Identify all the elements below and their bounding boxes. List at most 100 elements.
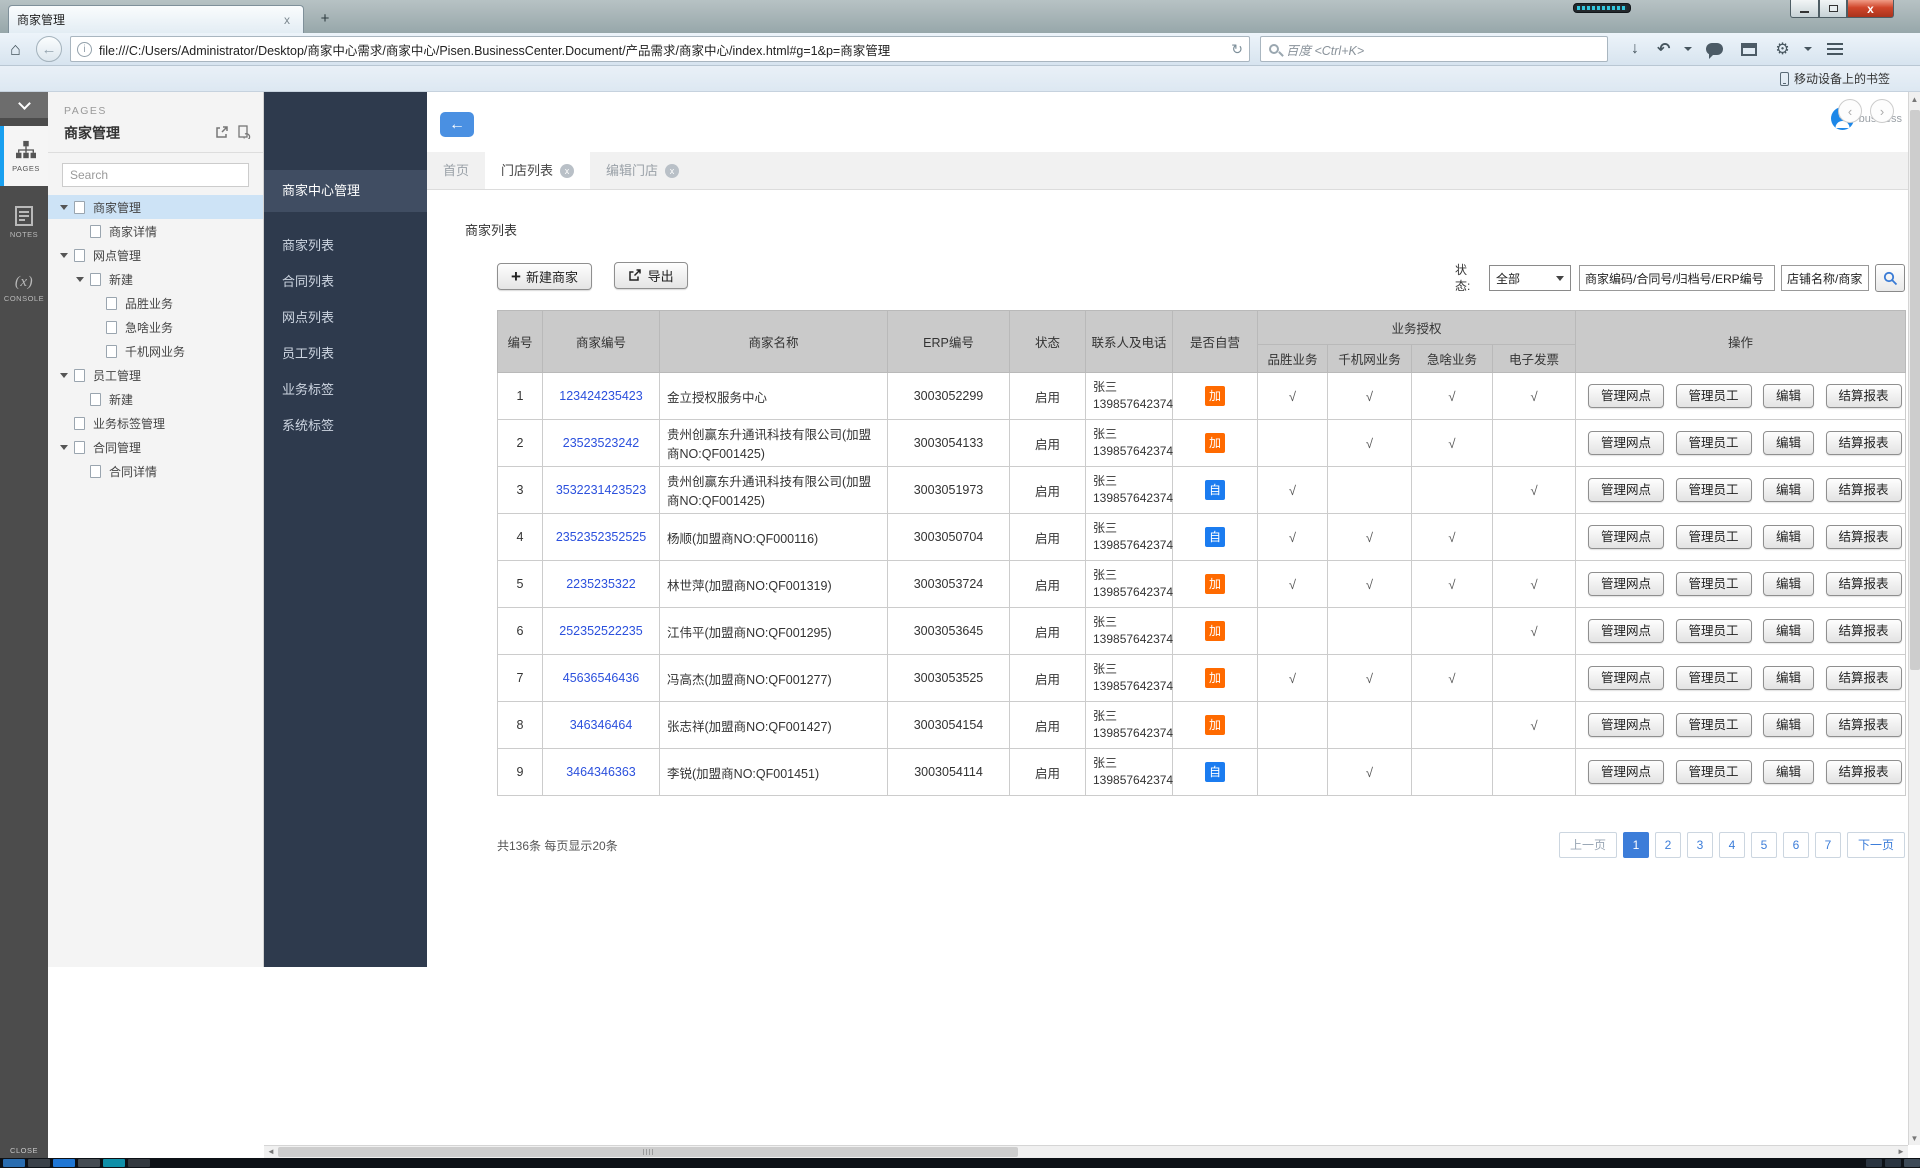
tab-close-icon[interactable]: x xyxy=(665,164,679,178)
sidebar-menu-item[interactable]: 业务标签 xyxy=(264,372,427,408)
manage-outlets-button[interactable]: 管理网点 xyxy=(1588,713,1664,737)
mobile-bookmarks-item[interactable]: 移动设备上的书签 xyxy=(1780,70,1890,87)
status-select[interactable]: 全部 xyxy=(1489,265,1571,291)
tree-item[interactable]: 员工管理 xyxy=(48,363,263,387)
expand-arrow-icon[interactable] xyxy=(60,253,74,258)
rail-item-notes[interactable]: NOTES xyxy=(0,192,48,252)
settlement-report-button[interactable]: 结算报表 xyxy=(1826,525,1902,549)
downloads-icon[interactable]: ↓ xyxy=(1631,40,1639,58)
url-bar[interactable]: i file:///C:/Users/Administrator/Desktop… xyxy=(70,36,1250,62)
merchant-no-link[interactable]: 3464346363 xyxy=(543,749,660,796)
manage-staff-button[interactable]: 管理员工 xyxy=(1676,478,1752,502)
tree-item[interactable]: 合同详情 xyxy=(48,459,263,483)
manage-staff-button[interactable]: 管理员工 xyxy=(1676,760,1752,784)
tree-item[interactable]: 商家管理 xyxy=(48,195,263,219)
expand-arrow-icon[interactable] xyxy=(92,301,106,306)
merchant-no-link[interactable]: 2352352352525 xyxy=(543,514,660,561)
pagination-button[interactable]: 4 xyxy=(1719,832,1745,858)
settlement-report-button[interactable]: 结算报表 xyxy=(1826,478,1902,502)
merchant-no-link[interactable]: 123424235423 xyxy=(543,373,660,420)
vertical-scroll-thumb[interactable] xyxy=(1910,110,1920,670)
tree-item[interactable]: 网点管理 xyxy=(48,243,263,267)
manage-outlets-button[interactable]: 管理网点 xyxy=(1588,666,1664,690)
scroll-left-icon[interactable]: ◄ xyxy=(264,1146,278,1158)
tree-item[interactable]: 商家详情 xyxy=(48,219,263,243)
horizontal-scroll-thumb[interactable] xyxy=(278,1147,1018,1157)
scroll-down-icon[interactable]: ▼ xyxy=(1909,1131,1920,1145)
tree-item[interactable]: 新建 xyxy=(48,387,263,411)
sidebar-menu-item[interactable]: 系统标签 xyxy=(264,408,427,444)
scroll-up-icon[interactable]: ▲ xyxy=(1909,92,1920,106)
pagination-button[interactable]: 下一页 xyxy=(1847,832,1905,858)
expand-arrow-icon[interactable] xyxy=(76,229,90,234)
edit-button[interactable]: 编辑 xyxy=(1763,525,1814,549)
browser-search-box[interactable]: 百度 <Ctrl+K> xyxy=(1260,36,1608,62)
manage-outlets-button[interactable]: 管理网点 xyxy=(1588,760,1664,784)
merchant-no-link[interactable]: 252352522235 xyxy=(543,608,660,655)
expand-arrow-icon[interactable] xyxy=(60,445,74,450)
settlement-report-button[interactable]: 结算报表 xyxy=(1826,384,1902,408)
manage-outlets-button[interactable]: 管理网点 xyxy=(1588,619,1664,643)
settlement-report-button[interactable]: 结算报表 xyxy=(1826,713,1902,737)
settlement-report-button[interactable]: 结算报表 xyxy=(1826,619,1902,643)
manage-staff-button[interactable]: 管理员工 xyxy=(1676,431,1752,455)
tab-close-icon[interactable]: x xyxy=(279,13,295,27)
chevron-down-icon[interactable] xyxy=(1684,47,1692,51)
home-icon[interactable]: ⌂ xyxy=(10,39,36,60)
manage-outlets-button[interactable]: 管理网点 xyxy=(1588,431,1664,455)
edit-button[interactable]: 编辑 xyxy=(1763,619,1814,643)
chat-icon[interactable] xyxy=(1706,43,1723,55)
manage-outlets-button[interactable]: 管理网点 xyxy=(1588,572,1664,596)
tree-item[interactable]: 合同管理 xyxy=(48,435,263,459)
app-tab[interactable]: 编辑门店 x xyxy=(590,152,695,189)
window-minimize-button[interactable] xyxy=(1790,0,1819,18)
edit-button[interactable]: 编辑 xyxy=(1763,431,1814,455)
app-back-button[interactable]: ← xyxy=(440,112,474,137)
manage-staff-button[interactable]: 管理员工 xyxy=(1676,525,1752,549)
chevron-down-icon[interactable] xyxy=(1804,47,1812,51)
expand-arrow-icon[interactable] xyxy=(92,349,106,354)
merchant-no-link[interactable]: 3532231423523 xyxy=(543,467,660,514)
pagination-button[interactable]: 5 xyxy=(1751,832,1777,858)
merchant-no-link[interactable]: 23523523242 xyxy=(543,420,660,467)
edit-button[interactable]: 编辑 xyxy=(1763,666,1814,690)
tabs-prev-icon[interactable]: ‹ xyxy=(1838,99,1862,123)
pagination-button[interactable]: 1 xyxy=(1623,832,1649,858)
windows-taskbar[interactable] xyxy=(0,1158,1920,1168)
scroll-right-icon[interactable]: ► xyxy=(1894,1146,1908,1158)
manage-outlets-button[interactable]: 管理网点 xyxy=(1588,525,1664,549)
manage-staff-button[interactable]: 管理员工 xyxy=(1676,666,1752,690)
shop-name-input[interactable] xyxy=(1781,265,1869,291)
menu-icon[interactable] xyxy=(1827,43,1843,55)
expand-arrow-icon[interactable] xyxy=(60,421,74,426)
export-button[interactable]: 导出 xyxy=(614,262,688,289)
open-in-new-icon[interactable] xyxy=(215,125,229,142)
manage-staff-button[interactable]: 管理员工 xyxy=(1676,384,1752,408)
reload-icon[interactable]: ↻ xyxy=(1231,41,1243,58)
window-restore-button[interactable] xyxy=(1819,0,1847,18)
plugin-icon[interactable]: ⚙ xyxy=(1775,39,1789,59)
manage-outlets-button[interactable]: 管理网点 xyxy=(1588,478,1664,502)
back-icon[interactable]: ← xyxy=(36,36,62,62)
pages-search-input[interactable] xyxy=(62,163,249,187)
manage-staff-button[interactable]: 管理员工 xyxy=(1676,619,1752,643)
search-button[interactable] xyxy=(1875,264,1905,292)
expand-arrow-icon[interactable] xyxy=(60,205,74,210)
merchant-no-link[interactable]: 2235235322 xyxy=(543,561,660,608)
rail-close-button[interactable]: CLOSE xyxy=(0,1146,48,1155)
settlement-report-button[interactable]: 结算报表 xyxy=(1826,666,1902,690)
edit-button[interactable]: 编辑 xyxy=(1763,713,1814,737)
window-close-button[interactable]: x xyxy=(1847,0,1894,18)
merchant-no-link[interactable]: 45636546436 xyxy=(543,655,660,702)
sidebar-panel-icon[interactable] xyxy=(1741,43,1757,56)
settlement-report-button[interactable]: 结算报表 xyxy=(1826,572,1902,596)
collapse-panel-button[interactable] xyxy=(0,92,48,118)
tab-close-icon[interactable]: x xyxy=(560,164,574,178)
horizontal-scrollbar[interactable]: ◄ ► xyxy=(264,1145,1908,1158)
vertical-scrollbar[interactable]: ▲ ▼ xyxy=(1908,92,1920,1145)
sidebar-menu-item[interactable]: 网点列表 xyxy=(264,300,427,336)
rail-item-console[interactable]: (x) CONSOLE xyxy=(0,258,48,318)
tree-item[interactable]: 品胜业务 xyxy=(48,291,263,315)
browser-tab[interactable]: 商家管理 x xyxy=(8,5,304,33)
rail-item-pages[interactable]: PAGES xyxy=(0,126,48,186)
